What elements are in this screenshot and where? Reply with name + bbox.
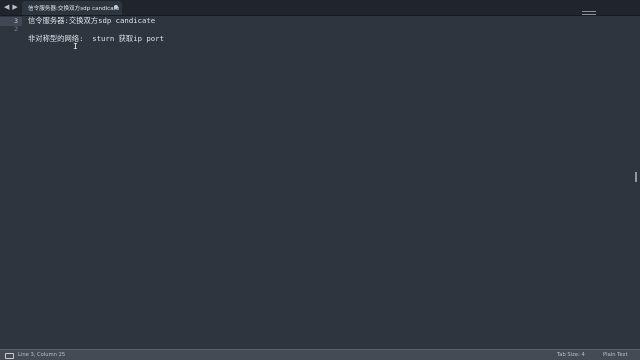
cursor-position: Line 3, Column 25	[18, 352, 66, 358]
line-number-2: 2	[14, 25, 18, 33]
tab-title: 信令服务器:交换双方sdp candicate	[28, 6, 120, 12]
close-tab-icon[interactable]	[114, 5, 118, 9]
editor-area[interactable]: 信令服务器:交换双方sdp candicate 非对称型的网络: sturn 获…	[28, 16, 630, 347]
tab-bar: ◀ ▶ 信令服务器:交换双方sdp candicate	[0, 0, 640, 16]
scroll-marker	[635, 172, 637, 182]
sublime-text-window: ◀ ▶ 信令服务器:交换双方sdp candicate 1 2 3 信令服务器:…	[0, 0, 640, 360]
active-line-gutter: 3	[0, 17, 22, 26]
editor-line-1[interactable]: 信令服务器:交换双方sdp candicate	[28, 16, 155, 26]
editor-line-3[interactable]: 非对称型的网络: sturn 获取ip port	[28, 34, 164, 44]
status-bar: Line 3, Column 25 Tab Size: 4 Plain Text	[0, 349, 640, 360]
line-number-3: 3	[14, 17, 18, 25]
tab-size-selector[interactable]: Tab Size: 4	[557, 350, 585, 360]
line-number-gutter: 1 2	[0, 16, 22, 347]
forward-arrow-icon[interactable]: ▶	[12, 2, 17, 13]
syntax-selector[interactable]: Plain Text	[603, 350, 628, 360]
active-file-tab[interactable]: 信令服务器:交换双方sdp candicate	[22, 1, 122, 15]
back-arrow-icon[interactable]: ◀	[4, 2, 9, 13]
tab-navigation: ◀ ▶	[4, 2, 18, 13]
panel-toggle-icon[interactable]	[5, 353, 14, 359]
text-cursor-icon: I	[73, 42, 78, 51]
